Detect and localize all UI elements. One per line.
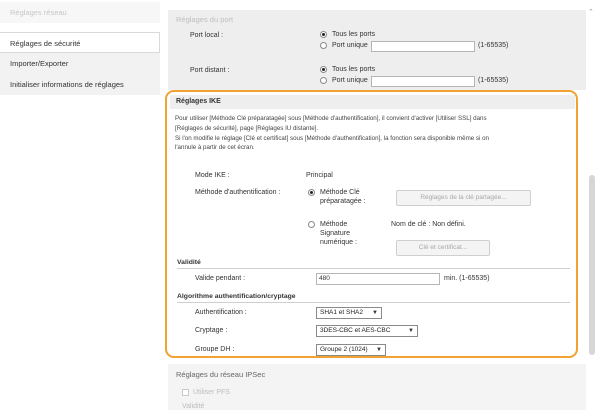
chevron-down-icon: ▼ xyxy=(372,310,378,316)
ike-description-line-4: l'annule à partir de cet écran. xyxy=(175,144,255,152)
encryption-select[interactable]: 3DES-CBC et AES-CBC ▼ xyxy=(316,325,418,337)
use-pfs-checkbox[interactable] xyxy=(182,389,189,396)
sidebar: Réglages réseau Réglages de sécurité Imp… xyxy=(0,0,162,100)
ike-heading: Réglages IKE xyxy=(176,98,221,105)
ike-mode-label: Mode IKE : xyxy=(195,172,230,179)
algorithm-heading: Algorithme authentification/cryptage xyxy=(177,293,296,300)
scrollbar-thumb[interactable] xyxy=(589,175,595,355)
ike-mode-value: Principal xyxy=(306,172,333,179)
sidebar-item-network-settings[interactable]: Réglages réseau xyxy=(0,2,160,23)
vertical-scrollbar[interactable]: ⌃ xyxy=(586,0,598,410)
port-settings-section: Réglages du port Port local : Tous les p… xyxy=(168,10,586,90)
port-settings-heading: Réglages du port xyxy=(176,15,234,24)
digital-signature-radio[interactable] xyxy=(308,221,315,228)
sidebar-item-reset-settings[interactable]: Initialiser informations de réglages xyxy=(0,74,160,95)
digital-signature-label-line-1: Méthode xyxy=(320,221,348,228)
psk-method-label-line-1: Méthode Clé xyxy=(320,189,360,196)
local-port-all-radio[interactable] xyxy=(320,31,327,38)
local-port-input[interactable] xyxy=(371,41,475,52)
remote-port-input[interactable] xyxy=(371,76,475,87)
key-name-text: Nom de clé : Non défini. xyxy=(391,221,466,228)
remote-port-all-radio[interactable] xyxy=(320,66,327,73)
authentication-select[interactable]: SHA1 et SHA2 ▼ xyxy=(316,307,382,319)
local-port-single-radio[interactable] xyxy=(320,42,327,49)
algorithm-divider xyxy=(177,302,570,303)
authentication-select-value: SHA1 et SHA2 xyxy=(320,309,363,316)
shared-key-settings-button[interactable]: Réglages de la clé partagée... xyxy=(396,190,531,206)
dh-group-select-value: Groupe 2 (1024) xyxy=(320,346,368,353)
encryption-select-value: 3DES-CBC et AES-CBC xyxy=(320,327,391,334)
auth-method-label: Méthode d'authentification : xyxy=(195,189,281,196)
remote-port-single-radio[interactable] xyxy=(320,77,327,84)
authentication-label: Authentification : xyxy=(195,309,247,316)
local-port-range: (1-65535) xyxy=(478,42,509,49)
remote-port-single-label: Port unique xyxy=(332,77,368,84)
ike-description-line-2: [Réglages de sécurité], page [Réglages I… xyxy=(175,124,319,132)
key-and-certificate-button[interactable]: Clé et certificat... xyxy=(396,240,490,256)
sidebar-item-import-export[interactable]: Importer/Exporter xyxy=(0,53,160,74)
sidebar-item-security-settings[interactable]: Réglages de sécurité xyxy=(0,32,160,53)
psk-method-label-line-2: préparatagée : xyxy=(320,198,366,205)
ike-description-line-1: Pour utiliser [Méthode Clé préparatagée]… xyxy=(175,115,487,122)
validity-divider xyxy=(177,268,570,269)
local-port-label: Port local : xyxy=(190,32,224,39)
dh-group-select[interactable]: Groupe 2 (1024) ▼ xyxy=(316,344,386,356)
remote-port-label: Port distant : xyxy=(190,67,230,74)
digital-signature-label-line-2: Signature xyxy=(320,230,350,237)
local-port-all-label: Tous les ports xyxy=(332,31,376,38)
encryption-label: Cryptage : xyxy=(195,327,228,334)
ike-description-line-3: Si l'on modifie le réglage [Clé et certi… xyxy=(175,134,489,142)
ipsec-validity-label: Validité xyxy=(182,403,205,410)
chevron-down-icon: ▼ xyxy=(408,328,414,334)
validity-label: Valide pendant : xyxy=(195,275,246,282)
psk-method-label: Méthode Clé préparatagée : xyxy=(320,188,366,206)
use-pfs-label: Utiliser PFS xyxy=(193,389,230,396)
ike-heading-bar xyxy=(170,95,575,109)
validity-range: min. (1-65535) xyxy=(444,275,490,282)
ike-settings-panel: Réglages IKE Pour utiliser [Méthode Clé … xyxy=(165,90,578,358)
psk-method-radio[interactable] xyxy=(308,189,315,196)
dh-group-label: Groupe DH : xyxy=(195,346,235,353)
chevron-up-icon[interactable]: ⌃ xyxy=(588,8,594,16)
remote-port-all-label: Tous les ports xyxy=(332,66,376,73)
chevron-down-icon: ▼ xyxy=(376,347,382,353)
validity-input[interactable]: 480 xyxy=(316,273,440,285)
digital-signature-label: Méthode Signature numérique : xyxy=(320,220,357,247)
digital-signature-label-line-3: numérique : xyxy=(320,239,357,246)
ike-description: Pour utiliser [Méthode Clé préparatagée]… xyxy=(175,114,567,153)
ipsec-heading: Réglages du réseau IPSec xyxy=(176,370,266,379)
local-port-single-label: Port unique xyxy=(332,42,368,49)
validity-heading: Validité xyxy=(177,259,201,266)
ipsec-section: Réglages du réseau IPSec Utiliser PFS Va… xyxy=(168,364,586,410)
remote-port-range: (1-65535) xyxy=(478,77,509,84)
